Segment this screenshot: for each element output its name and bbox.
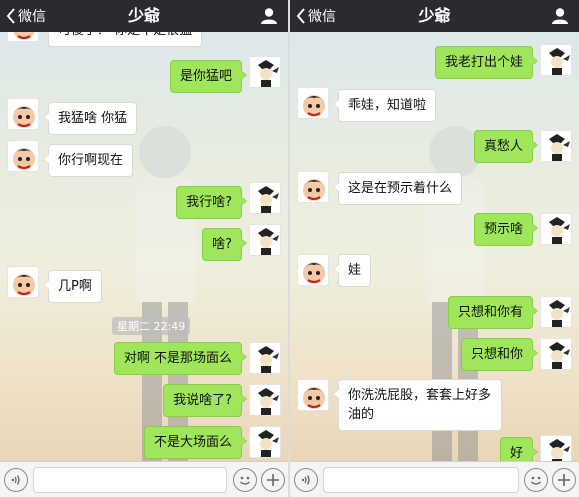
user-avatar[interactable] — [249, 182, 281, 214]
message-bubble-sent[interactable]: 只想和你 — [460, 338, 539, 371]
chevron-left-icon — [296, 8, 305, 24]
message-bubble-sent[interactable]: 对啊 不是那场面么 — [113, 342, 248, 375]
user-avatar[interactable] — [540, 338, 572, 370]
message-bubble-received[interactable]: 几P啊 — [43, 270, 102, 303]
message-bubble-sent[interactable]: 我老打出个娃 — [434, 46, 539, 79]
message-bubble-received[interactable]: 我猛啥 你猛 — [42, 102, 138, 135]
user-avatar[interactable] — [540, 296, 572, 328]
message-bubble-received[interactable]: 娃 — [332, 254, 372, 287]
message-bubble-sent[interactable]: 真愁人 — [473, 130, 539, 163]
contact-avatar[interactable] — [297, 171, 329, 203]
input-bar — [290, 461, 579, 497]
contact-avatar[interactable] — [7, 140, 39, 172]
user-avatar[interactable] — [540, 44, 572, 76]
user-avatar[interactable] — [540, 213, 572, 245]
back-label: 微信 — [308, 9, 336, 25]
message-bubble-sent[interactable]: 我行啥? — [176, 186, 247, 219]
message-bubble-received[interactable]: 这是在预示着什么 — [332, 172, 463, 205]
back-button[interactable]: 微信 — [296, 0, 336, 32]
message-bubble-sent[interactable]: 预示啥 — [473, 213, 539, 246]
emoji-icon[interactable] — [233, 468, 257, 492]
back-label: 微信 — [18, 9, 46, 25]
message-list[interactable]: 我老打出个娃 乖娃，知道啦 真愁人 这是在预示着什么 预示啥 娃 只想和你有 只… — [290, 32, 579, 461]
contact-avatar[interactable] — [297, 254, 329, 286]
back-button[interactable]: 微信 — [6, 0, 46, 32]
chevron-left-icon — [6, 8, 15, 24]
message-input[interactable] — [323, 467, 519, 493]
message-bubble-received[interactable]: 你洗洗屁股，套套上好多油的 — [333, 379, 502, 431]
user-avatar[interactable] — [249, 224, 281, 256]
input-bar — [0, 461, 288, 497]
user-avatar[interactable] — [540, 435, 572, 461]
person-icon[interactable] — [551, 7, 569, 25]
contact-avatar[interactable] — [7, 98, 39, 130]
navbar: 微信 少爺 — [290, 0, 579, 32]
voice-icon[interactable] — [4, 468, 28, 492]
message-input[interactable] — [33, 467, 227, 493]
contact-avatar[interactable] — [7, 32, 39, 42]
user-avatar[interactable] — [249, 56, 281, 88]
message-bubble-sent[interactable]: 啥? — [202, 228, 247, 261]
message-bubble-received[interactable]: 你行啊现在 — [42, 144, 134, 177]
user-avatar[interactable] — [249, 342, 281, 374]
message-bubble-sent[interactable]: 只想和你有 — [447, 296, 539, 329]
user-avatar[interactable] — [249, 426, 281, 458]
message-bubble-sent[interactable]: 不是大场面么 — [143, 426, 248, 459]
plus-icon[interactable] — [552, 468, 576, 492]
message-timestamp: 星期二 22:49 — [112, 317, 191, 335]
message-list[interactable]: 可傻子？ 你是不是很猛 是你猛吧 我猛啥 你猛 你行啊现在 我行啥? 啥? 几P… — [0, 32, 288, 461]
contact-avatar[interactable] — [297, 87, 329, 119]
chat-screen-right: 微信 少爺 我老打出个娃 乖娃，知道啦 真愁人 这是在预示着什么 预示啥 娃 只… — [290, 0, 579, 497]
navbar: 微信 少爺 — [0, 0, 288, 32]
person-icon[interactable] — [260, 7, 278, 25]
contact-avatar[interactable] — [297, 379, 329, 411]
message-bubble-sent[interactable]: 我说啥了? — [163, 384, 247, 417]
chat-screen-left: 微信 少爺 可傻子？ 你是不是很猛 是你猛吧 我猛啥 你猛 你行啊现在 我行啥?… — [0, 0, 288, 497]
user-avatar[interactable] — [540, 130, 572, 162]
message-bubble-received[interactable]: 乖娃，知道啦 — [332, 89, 437, 122]
voice-icon[interactable] — [294, 468, 318, 492]
message-bubble-sent[interactable]: 好 — [499, 437, 539, 461]
emoji-icon[interactable] — [524, 468, 548, 492]
user-avatar[interactable] — [249, 384, 281, 416]
message-bubble-sent[interactable]: 是你猛吧 — [169, 60, 248, 93]
plus-icon[interactable] — [261, 468, 285, 492]
contact-avatar[interactable] — [7, 266, 39, 298]
message-bubble-received[interactable]: 可傻子？ 你是不是很猛 — [42, 32, 203, 47]
